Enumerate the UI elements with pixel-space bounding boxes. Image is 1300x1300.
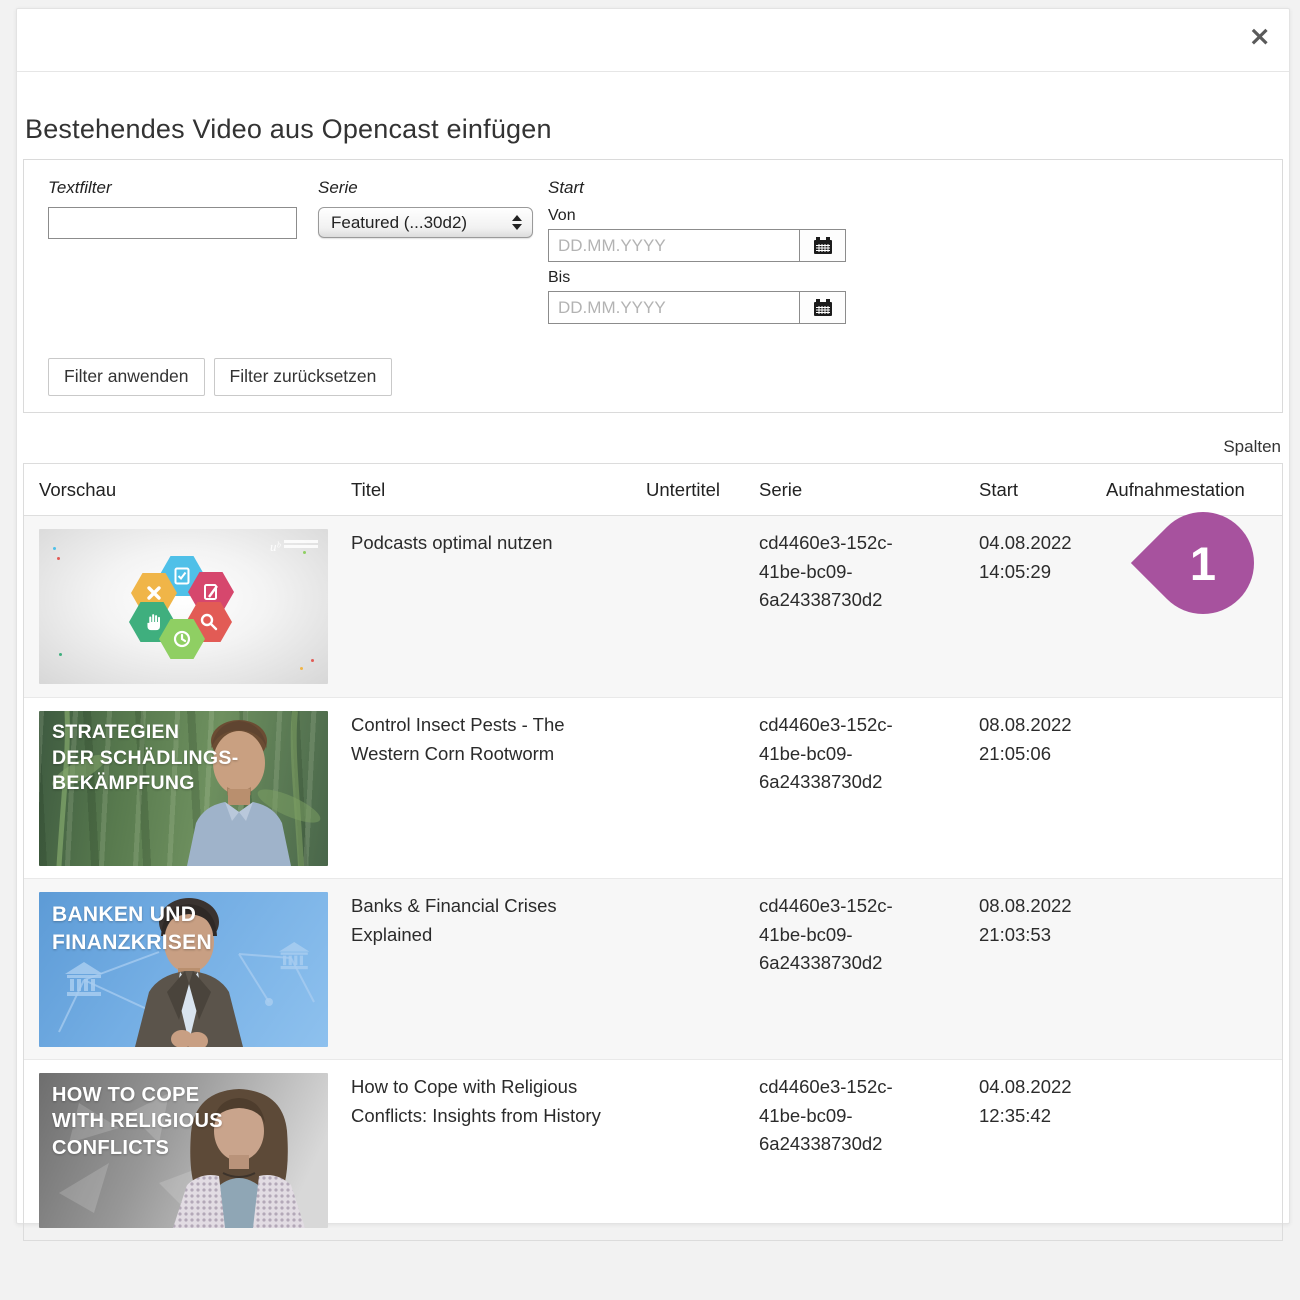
serie-select[interactable]: Featured (...30d2): [318, 207, 533, 238]
select-arrows-icon: [512, 215, 522, 230]
von-label: Von: [548, 207, 878, 225]
video-subtitle: [646, 711, 759, 866]
textfilter-input[interactable]: [48, 207, 297, 239]
video-start: 08.08.2022 21:03:53: [979, 892, 1101, 1047]
video-station: [1106, 711, 1267, 866]
video-subtitle: [646, 892, 759, 1047]
video-serie: cd4460e3-152c-41be-bc09-6a24338730d2: [759, 529, 935, 685]
spalten-link[interactable]: Spalten: [1223, 437, 1281, 456]
thumbnail-caption: BANKEN UND FINANZKRISEN: [52, 901, 212, 956]
video-serie: cd4460e3-152c-41be-bc09-6a24338730d2: [759, 892, 935, 1047]
close-icon[interactable]: ×: [1248, 23, 1271, 50]
thumbnail-caption: HOW TO COPE WITH RELIGIOUS CONFLICTS: [52, 1082, 223, 1161]
start-label: Start: [548, 178, 878, 198]
bis-label: Bis: [548, 269, 878, 287]
video-serie: cd4460e3-152c-41be-bc09-6a24338730d2: [759, 1073, 935, 1228]
video-title: Control Insect Pests - The Western Corn …: [351, 711, 641, 866]
table-row[interactable]: HOW TO COPE WITH RELIGIOUS CONFLICTS How…: [24, 1059, 1282, 1240]
col-header-aufnahmestation: Aufnahmestation: [1106, 479, 1267, 501]
table-row[interactable]: BANKEN UND FINANZKRISEN Banks & Financia…: [24, 878, 1282, 1059]
col-header-start: Start: [979, 479, 1106, 501]
calendar-to-button[interactable]: [800, 291, 846, 324]
video-thumbnail: uᵇ: [39, 529, 328, 684]
confetti-decoration: [53, 547, 56, 550]
video-subtitle: [646, 529, 759, 685]
university-bern-logo: uᵇ: [270, 537, 318, 557]
video-start: 08.08.2022 21:05:06: [979, 711, 1101, 866]
col-header-serie: Serie: [759, 479, 979, 501]
dialog-header: ×: [17, 9, 1289, 72]
video-title: Podcasts optimal nutzen: [351, 529, 641, 685]
serie-select-value: Featured (...30d2): [331, 213, 467, 233]
annotation-marker-1: 1: [1131, 491, 1275, 635]
calendar-icon: [812, 236, 834, 256]
table-row[interactable]: STRATEGIEN DER SCHÄDLINGS- BEKÄMPFUNG Co…: [24, 697, 1282, 878]
video-title: How to Cope with Religious Conflicts: In…: [351, 1073, 641, 1228]
video-thumbnail: HOW TO COPE WITH RELIGIOUS CONFLICTS: [39, 1073, 328, 1228]
page-title: Bestehendes Video aus Opencast einfügen: [25, 114, 1281, 145]
video-thumbnail: STRATEGIEN DER SCHÄDLINGS- BEKÄMPFUNG: [39, 711, 328, 866]
video-station: [1106, 1073, 1267, 1228]
calendar-icon: [812, 298, 834, 318]
textfilter-label: Textfilter: [48, 178, 318, 198]
date-from-input[interactable]: [548, 229, 800, 262]
video-station: [1106, 892, 1267, 1047]
video-subtitle: [646, 1073, 759, 1228]
col-header-vorschau: Vorschau: [39, 479, 351, 501]
opencast-insert-dialog: × Bestehendes Video aus Opencast einfüge…: [16, 8, 1290, 1224]
video-thumbnail: BANKEN UND FINANZKRISEN: [39, 892, 328, 1047]
col-header-untertitel: Untertitel: [646, 479, 759, 501]
annotation-marker-label: 1: [1152, 512, 1254, 614]
reset-filter-button[interactable]: Filter zurücksetzen: [214, 358, 393, 396]
video-serie: cd4460e3-152c-41be-bc09-6a24338730d2: [759, 711, 935, 866]
video-start: 04.08.2022 12:35:42: [979, 1073, 1101, 1228]
col-header-titel: Titel: [351, 479, 646, 501]
video-title: Banks & Financial Crises Explained: [351, 892, 641, 1047]
video-table: Vorschau Titel Untertitel Serie Start Au…: [23, 463, 1283, 1241]
video-start: 04.08.2022 14:05:29: [979, 529, 1101, 685]
calendar-from-button[interactable]: [800, 229, 846, 262]
filter-panel: Textfilter Serie Featured (...30d2) Star…: [23, 159, 1283, 413]
table-row[interactable]: uᵇ: [24, 516, 1282, 697]
thumbnail-caption: STRATEGIEN DER SCHÄDLINGS- BEKÄMPFUNG: [52, 720, 239, 797]
date-to-input[interactable]: [548, 291, 800, 324]
serie-label: Serie: [318, 178, 548, 198]
table-header-row: Vorschau Titel Untertitel Serie Start Au…: [24, 464, 1282, 516]
apply-filter-button[interactable]: Filter anwenden: [48, 358, 205, 396]
